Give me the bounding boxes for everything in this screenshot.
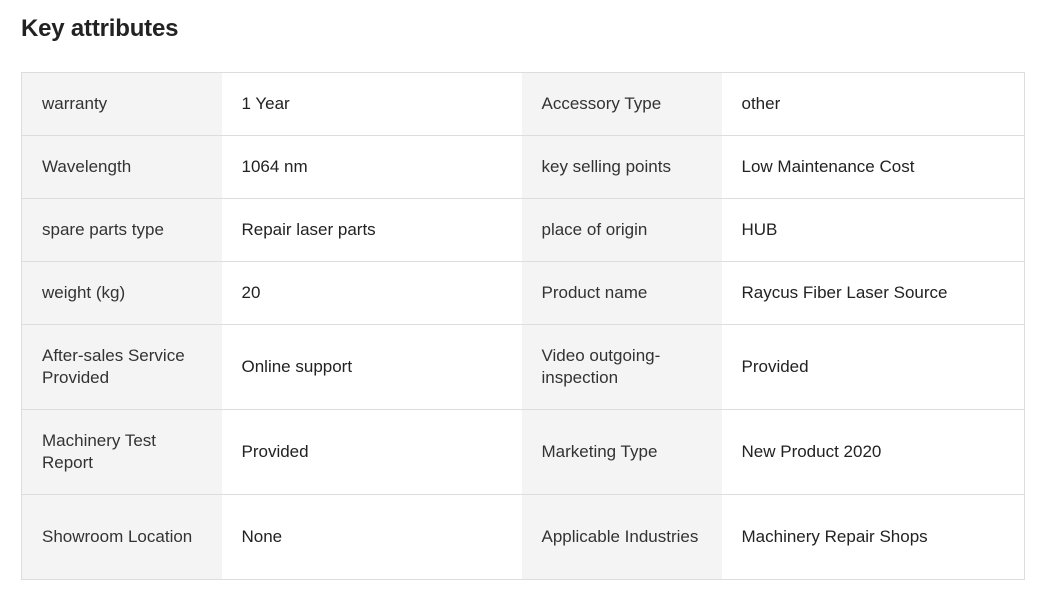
attribute-value: Provided (721, 324, 1025, 410)
attribute-value: Provided (221, 409, 522, 495)
attributes-table: warranty 1 Year Accessory Type other Wav… (21, 72, 1025, 580)
attribute-value: other (721, 72, 1025, 136)
table-row: spare parts type Repair laser parts plac… (21, 198, 1025, 262)
attribute-key: Video outgoing-inspection (521, 324, 722, 410)
attribute-value: Repair laser parts (221, 198, 522, 262)
table-row: weight (kg) 20 Product name Raycus Fiber… (21, 261, 1025, 325)
table-row: Machinery Test Report Provided Marketing… (21, 409, 1025, 495)
table-row: warranty 1 Year Accessory Type other (21, 72, 1025, 136)
section-title: Key attributes (21, 15, 179, 42)
attribute-key: spare parts type (21, 198, 222, 262)
attribute-key: weight (kg) (21, 261, 222, 325)
attribute-value: None (221, 494, 522, 580)
attribute-value: 1 Year (221, 72, 522, 136)
key-attributes-section: Key attributes warranty 1 Year Accessory… (0, 0, 1041, 597)
attribute-value: 20 (221, 261, 522, 325)
attribute-key: Machinery Test Report (21, 409, 222, 495)
table-row: Wavelength 1064 nm key selling points Lo… (21, 135, 1025, 199)
attribute-key: Accessory Type (521, 72, 722, 136)
attribute-key: key selling points (521, 135, 722, 199)
attribute-value: Raycus Fiber Laser Source (721, 261, 1025, 325)
attribute-value: New Product 2020 (721, 409, 1025, 495)
attribute-key: After-sales Service Provided (21, 324, 222, 410)
table-row: After-sales Service Provided Online supp… (21, 324, 1025, 410)
attribute-key: Marketing Type (521, 409, 722, 495)
attribute-key: place of origin (521, 198, 722, 262)
attribute-key: Wavelength (21, 135, 222, 199)
attribute-value: Online support (221, 324, 522, 410)
attribute-key: Showroom Location (21, 494, 222, 580)
attribute-key: Applicable Industries (521, 494, 722, 580)
table-row: Showroom Location None Applicable Indust… (21, 494, 1025, 580)
attribute-value: HUB (721, 198, 1025, 262)
attribute-value: Machinery Repair Shops (721, 494, 1025, 580)
attribute-key: Product name (521, 261, 722, 325)
attribute-key: warranty (21, 72, 222, 136)
attribute-value: Low Maintenance Cost (721, 135, 1025, 199)
attribute-value: 1064 nm (221, 135, 522, 199)
